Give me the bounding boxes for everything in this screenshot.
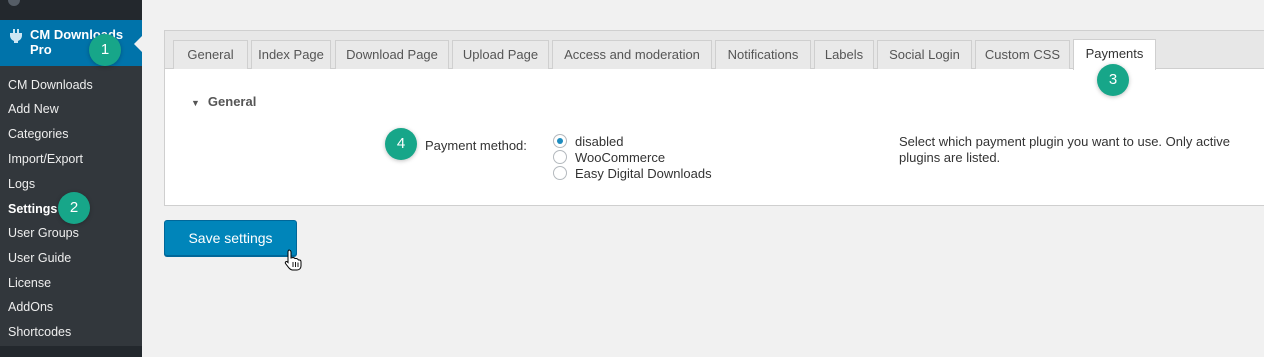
sidebar-item-shortcodes[interactable]: Shortcodes: [8, 325, 71, 339]
tab-index-page[interactable]: Index Page: [251, 40, 331, 69]
radio-label-easy-digital-downloads: Easy Digital Downloads: [575, 166, 712, 181]
payment-option-woocommerce[interactable]: WooCommerce: [553, 150, 665, 166]
sidebar-item-user-groups[interactable]: User Groups: [8, 226, 79, 240]
tab-custom-css[interactable]: Custom CSS: [975, 40, 1070, 69]
sidebar-item-logs[interactable]: Logs: [8, 177, 35, 191]
tab-download-page[interactable]: Download Page: [335, 40, 449, 69]
annotation-badge-2: 2: [58, 192, 90, 224]
sidebar-item-user-guide[interactable]: User Guide: [8, 251, 71, 265]
payment-method-label: Payment method:: [425, 138, 527, 153]
sidebar-bottom-strip: [0, 346, 142, 357]
hand-cursor-icon: [284, 249, 302, 271]
radio-label-woocommerce: WooCommerce: [575, 150, 666, 165]
annotation-badge-4: 4: [385, 128, 417, 160]
annotation-badge-3: 3: [1097, 64, 1129, 96]
sidebar-menu-title: CM Downloads Pro: [30, 27, 124, 57]
annotation-badge-1: 1: [89, 34, 121, 66]
tab-notifications[interactable]: Notifications: [715, 40, 811, 69]
radio-easy-digital-downloads[interactable]: [553, 166, 567, 180]
radio-woocommerce[interactable]: [553, 150, 567, 164]
payment-option-disabled[interactable]: disabled: [553, 134, 623, 150]
sidebar-item-add-new[interactable]: Add New: [8, 102, 59, 116]
settings-tabs: General Index Page Download Page Upload …: [165, 31, 1264, 70]
current-menu-arrow-icon: [134, 36, 142, 52]
sidebar-item-settings[interactable]: Settings: [8, 202, 57, 216]
radio-disabled[interactable]: [553, 134, 567, 148]
tab-labels[interactable]: Labels: [814, 40, 874, 69]
tab-access-and-moderation[interactable]: Access and moderation: [552, 40, 712, 69]
sidebar-item-cm-downloads[interactable]: CM Downloads: [8, 78, 93, 92]
tab-upload-page[interactable]: Upload Page: [452, 40, 549, 69]
section-heading-general[interactable]: ▼ General: [191, 94, 256, 109]
tab-social-login[interactable]: Social Login: [877, 40, 972, 69]
plugin-icon: [10, 29, 22, 43]
settings-panel: General Index Page Download Page Upload …: [164, 30, 1264, 206]
collapse-triangle-icon: ▼: [191, 98, 200, 108]
radio-label-disabled: disabled: [575, 134, 624, 149]
sidebar-menu-cm-downloads-pro[interactable]: CM Downloads Pro: [0, 20, 142, 66]
sidebar-top-strip: [0, 0, 142, 20]
sidebar-item-addons[interactable]: AddOns: [8, 300, 53, 314]
save-settings-button[interactable]: Save settings: [164, 220, 297, 256]
section-heading-label: General: [207, 94, 257, 109]
payment-method-help: Select which payment plugin you want to …: [899, 134, 1230, 165]
payment-option-easy-digital-downloads[interactable]: Easy Digital Downloads: [553, 166, 712, 182]
sidebar-item-categories[interactable]: Categories: [8, 127, 68, 141]
menu-icon: [8, 0, 20, 6]
sidebar-item-license[interactable]: License: [8, 276, 51, 290]
tab-general[interactable]: General: [173, 40, 248, 69]
admin-sidebar: CM Downloads Pro CM Downloads Add New Ca…: [0, 0, 142, 357]
sidebar-item-import-export[interactable]: Import/Export: [8, 152, 83, 166]
